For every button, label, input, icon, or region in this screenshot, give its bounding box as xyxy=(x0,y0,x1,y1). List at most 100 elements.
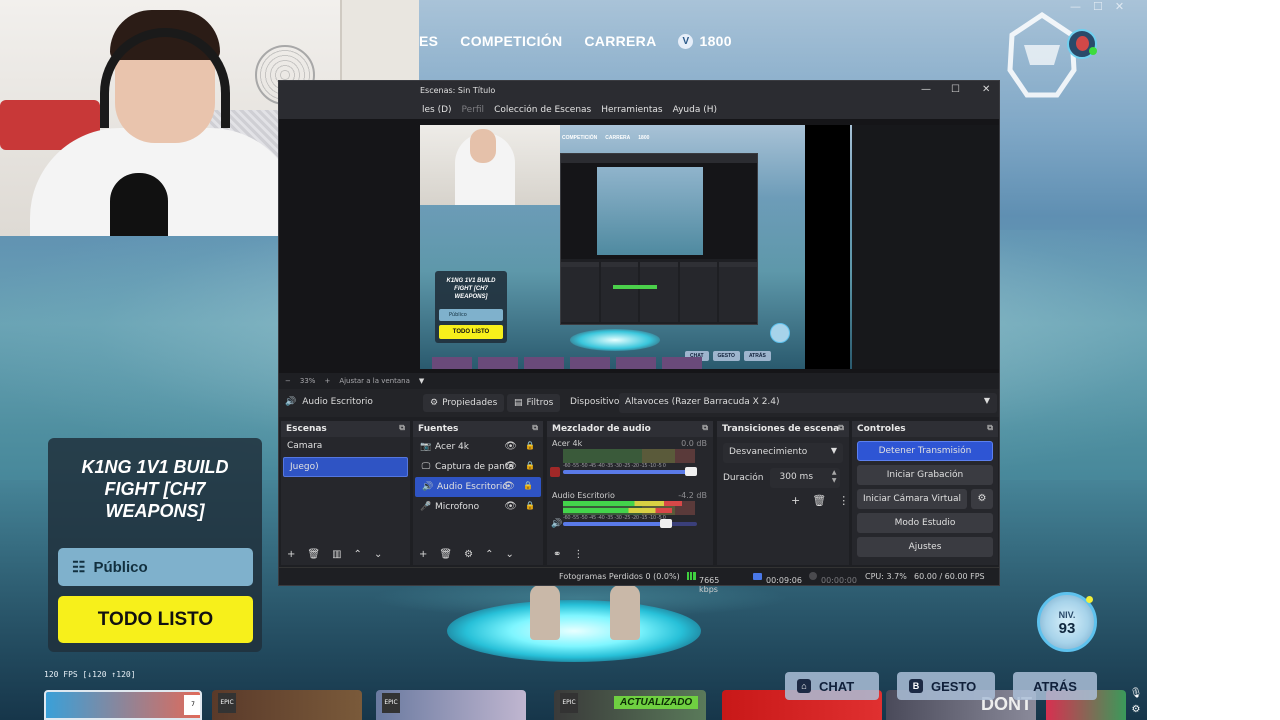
transitions-dock: Transiciones de escena ⧉ Desvanecimiento ▼… xyxy=(717,421,849,565)
scenes-title: Escenas xyxy=(286,424,327,434)
microphone-icon: 🎙 xyxy=(1129,688,1143,699)
close-icon[interactable]: ✕ xyxy=(982,84,990,95)
lobby-match-card: K1NG 1V1 BUILD FIGHT [CH7 WEAPONS] ☷ Púb… xyxy=(48,438,262,652)
mixer-channel: Acer 4k 0.0 dB -60 -55 -50 -45 -40 -35 -… xyxy=(547,437,713,489)
chevron-down-icon[interactable]: ⌄ xyxy=(374,549,382,560)
close-icon[interactable]: ✕ xyxy=(1115,0,1124,13)
trash-icon[interactable]: 🗑 xyxy=(439,549,452,560)
menu-tools[interactable]: Herramientas xyxy=(601,105,662,115)
fortnite-helmet-logo-icon xyxy=(1007,11,1077,98)
minimize-icon[interactable]: — xyxy=(1070,0,1081,13)
chevron-up-icon[interactable]: ⌃ xyxy=(354,549,362,560)
chevron-up-icon[interactable]: ⌃ xyxy=(485,549,493,560)
popout-icon[interactable]: ⧉ xyxy=(838,423,844,433)
popout-icon[interactable]: ⧉ xyxy=(702,423,708,433)
add-icon[interactable]: + xyxy=(791,494,800,507)
eye-icon[interactable]: 👁 xyxy=(504,461,517,472)
privacy-button[interactable]: ☷ Público xyxy=(58,548,253,586)
settings-button[interactable]: Ajustes xyxy=(857,537,993,557)
maximize-icon[interactable]: ☐ xyxy=(951,84,960,95)
filter-icon[interactable]: ▥ xyxy=(332,549,341,560)
studio-mode-button[interactable]: Modo Estudio xyxy=(857,513,993,533)
source-item[interactable]: 📷 Acer 4k 👁 🔒 xyxy=(413,437,543,457)
menu-help[interactable]: Ayuda (H) xyxy=(673,105,717,115)
chevron-down-icon: ▼ xyxy=(983,396,990,405)
mode-card[interactable]: EPIC xyxy=(376,690,526,720)
fps-counter: 120 FPS [↓120 ↑120] xyxy=(44,670,136,679)
duration-input[interactable]: 300 ms ▲ ▼ xyxy=(769,468,840,488)
filters-button[interactable]: ▤ Filtros xyxy=(507,394,561,412)
level-value: 93 xyxy=(1058,620,1076,637)
gear-icon[interactable]: ⚙ xyxy=(464,549,473,560)
speaker-icon[interactable]: 🔊 xyxy=(551,519,562,529)
popout-icon[interactable]: ⧉ xyxy=(532,423,538,433)
obs-preview[interactable]: COMPETICIÓN CARRERA 1800 K1NG 1V1 BUILD FI… xyxy=(279,119,999,373)
chat-button[interactable]: ⌂ CHAT xyxy=(785,672,879,700)
popout-icon[interactable]: ⧉ xyxy=(399,423,405,433)
level-label: NIV. xyxy=(1058,610,1076,620)
more-options-icon[interactable]: ⋮ xyxy=(838,494,849,507)
nav-tab-competicion[interactable]: COMPETICIÓN xyxy=(460,33,562,49)
player-avatar[interactable] xyxy=(1067,29,1097,59)
add-icon[interactable]: + xyxy=(287,549,295,560)
menu-modes[interactable]: les (D) xyxy=(422,105,452,115)
mute-icon[interactable] xyxy=(550,467,560,477)
minimize-icon[interactable]: — xyxy=(921,84,931,95)
chevron-down-icon: ▼ xyxy=(830,446,837,455)
chevron-down-icon[interactable]: ▼ xyxy=(419,377,424,385)
spinner-icon[interactable]: ▲ ▼ xyxy=(832,469,837,485)
trash-icon[interactable]: 🗑 xyxy=(307,549,320,560)
gear-icon[interactable]: ⚙ xyxy=(971,489,993,509)
properties-button[interactable]: ⚙ Propiedades xyxy=(423,394,505,412)
lock-icon[interactable]: 🔒 xyxy=(525,461,535,470)
eye-icon[interactable]: 👁 xyxy=(502,481,515,492)
vbucks-icon: V xyxy=(678,33,694,49)
level-badge[interactable]: NIV. 93 xyxy=(1037,592,1097,652)
microphone-icon: 🎤 xyxy=(420,502,432,512)
emote-label: GESTO xyxy=(931,678,977,694)
zoom-out-button[interactable]: − xyxy=(285,377,291,385)
emote-button[interactable]: B GESTO xyxy=(897,672,995,700)
duration-label: Duración xyxy=(723,473,764,483)
maximize-icon[interactable]: ☐ xyxy=(1093,0,1103,13)
eye-icon[interactable]: 👁 xyxy=(504,441,517,452)
zoom-value: 33% xyxy=(299,377,316,385)
device-select[interactable]: Altavoces (Razer Barracuda X 2.4) ▼ xyxy=(619,393,997,413)
scene-item-camara[interactable]: Camara xyxy=(281,437,410,457)
more-options-icon[interactable]: ⋮ xyxy=(573,549,583,560)
add-icon[interactable]: + xyxy=(419,549,427,560)
nav-tab-partial[interactable]: ES xyxy=(419,33,438,49)
back-button[interactable]: ATRÁS xyxy=(1013,672,1097,700)
transition-select[interactable]: Desvanecimiento ▼ xyxy=(723,443,843,463)
lock-icon[interactable]: 🔒 xyxy=(525,501,535,510)
fit-window-option[interactable]: Ajustar a la ventana xyxy=(339,377,410,385)
back-label: ATRÁS xyxy=(1033,678,1077,694)
menu-profile[interactable]: Perfil xyxy=(462,105,485,115)
source-item[interactable]: 🎤 Microfono 👁 🔒 xyxy=(413,497,543,517)
lock-icon[interactable]: 🔒 xyxy=(525,441,535,450)
mode-card[interactable]: EPIC ACTUALIZADO xyxy=(554,690,706,720)
link-icon[interactable]: ⚭ xyxy=(553,549,561,560)
popout-icon[interactable]: ⧉ xyxy=(987,423,993,433)
volume-slider[interactable] xyxy=(563,467,697,476)
scene-item-juego[interactable]: Juego) xyxy=(283,457,408,477)
mode-card[interactable]: 7 xyxy=(44,690,202,720)
source-item[interactable]: 🔊 Audio Escritorio 👁 🔒 xyxy=(415,477,541,497)
eye-icon[interactable]: 👁 xyxy=(504,501,517,512)
source-item[interactable]: 🖵 Captura de panta 👁 🔒 xyxy=(413,457,543,477)
ready-button[interactable]: TODO LISTO xyxy=(58,596,253,643)
nav-tab-carrera[interactable]: CARRERA xyxy=(584,33,656,49)
volume-slider[interactable] xyxy=(563,519,697,528)
transitions-title: Transiciones de escena xyxy=(722,424,840,434)
zoom-in-button[interactable]: + xyxy=(324,377,330,385)
stop-stream-button[interactable]: Detener Transmisión xyxy=(857,441,993,461)
menu-scene-collection[interactable]: Colección de Escenas xyxy=(494,105,591,115)
device-label: Dispositivo xyxy=(570,397,620,407)
virtual-camera-button[interactable]: Iniciar Cámara Virtual xyxy=(857,489,967,509)
trash-icon[interactable]: 🗑 xyxy=(812,494,826,507)
vbucks-balance[interactable]: V 1800 xyxy=(678,33,732,49)
chevron-down-icon[interactable]: ⌄ xyxy=(505,549,513,560)
mode-card[interactable]: EPIC xyxy=(212,690,362,720)
start-recording-button[interactable]: Iniciar Grabación xyxy=(857,465,993,485)
lock-icon[interactable]: 🔒 xyxy=(523,481,533,490)
